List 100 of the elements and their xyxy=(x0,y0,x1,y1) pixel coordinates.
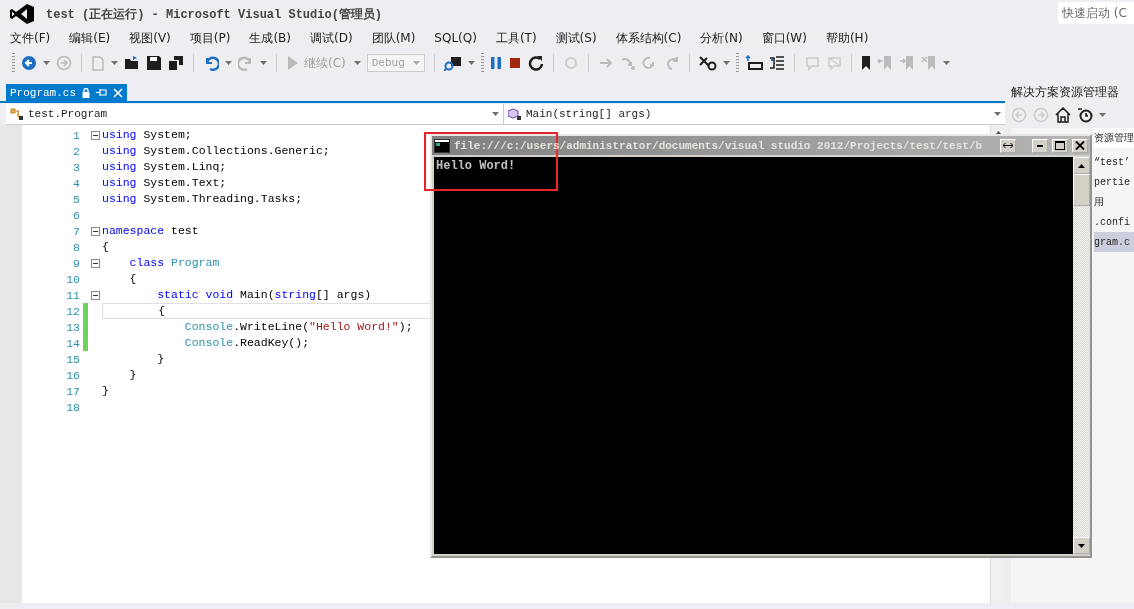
menu-item[interactable]: 文件(F) xyxy=(4,29,64,47)
line-number: 10 xyxy=(65,272,80,286)
tree-item[interactable]: .confi xyxy=(1094,212,1134,232)
caret-icon[interactable] xyxy=(353,61,361,65)
collapse-icon[interactable] xyxy=(90,258,100,268)
menu-item[interactable]: 团队(M) xyxy=(365,29,429,47)
caret-icon[interactable] xyxy=(722,61,730,65)
save-all-icon[interactable] xyxy=(168,55,184,71)
caret-icon[interactable] xyxy=(225,61,232,65)
menu-item[interactable]: 调试(D) xyxy=(304,29,366,47)
code-line: { xyxy=(157,304,166,318)
stack-icon[interactable] xyxy=(768,55,785,71)
restart-icon[interactable] xyxy=(527,55,544,71)
tree-item[interactable]: pertie xyxy=(1094,172,1134,192)
up-arrow-icon xyxy=(1078,163,1085,168)
code-line: using System.Linq; xyxy=(102,160,227,174)
minimize-icon xyxy=(1037,144,1043,147)
scroll-down-button[interactable] xyxy=(1073,537,1090,554)
close-icon xyxy=(1075,141,1085,150)
line-number: 15 xyxy=(65,352,80,366)
collapse-icon[interactable] xyxy=(90,130,100,140)
code-line: static void Main(string[] args) xyxy=(156,288,372,302)
collapse-icon[interactable] xyxy=(90,290,100,300)
class-icon xyxy=(10,107,24,121)
caret-icon[interactable] xyxy=(1099,113,1106,117)
caret-icon[interactable] xyxy=(942,61,950,65)
lock-icon xyxy=(82,87,90,98)
tree-item[interactable]: gram.c xyxy=(1094,232,1134,252)
undo-icon[interactable] xyxy=(203,55,219,71)
search-field[interactable]: 资源管理 xyxy=(1094,128,1134,148)
play-icon xyxy=(288,56,298,70)
pin-icon[interactable] xyxy=(96,88,107,97)
code-line: using System.Collections.Generic; xyxy=(102,144,330,158)
menu-item[interactable]: 分析(N) xyxy=(694,29,756,47)
code-line: class Program xyxy=(128,256,220,270)
menu-item[interactable]: 项目(P) xyxy=(183,29,244,47)
menu-item[interactable]: 帮助(H) xyxy=(819,29,882,47)
clock-icon[interactable] xyxy=(1077,107,1093,123)
line-number: 7 xyxy=(72,224,80,238)
window-title: test (正在运行) - Microsoft Visual Studio(管理员) xyxy=(46,6,383,23)
line-number: 3 xyxy=(72,160,80,174)
tree-item[interactable]: 用 xyxy=(1094,192,1134,212)
close-icon[interactable] xyxy=(113,87,123,98)
console-output: Hello Word! xyxy=(436,159,517,173)
type-dropdown[interactable]: test.Program xyxy=(6,104,504,124)
line-number: 9 xyxy=(72,256,80,270)
menu-item[interactable]: 窗口(W) xyxy=(755,29,820,47)
line-number: 1 xyxy=(72,128,80,142)
caret-icon[interactable] xyxy=(467,61,475,65)
menu-item[interactable]: 生成(B) xyxy=(243,29,304,47)
resize-button[interactable] xyxy=(1000,138,1016,153)
caret-icon[interactable] xyxy=(994,112,1001,116)
code-line: } xyxy=(128,368,137,382)
scroll-up-button[interactable] xyxy=(1073,157,1090,174)
caret-icon[interactable] xyxy=(111,61,118,65)
code-line: Console.WriteLine("Hello Word!"); xyxy=(183,320,413,334)
stop-icon[interactable] xyxy=(507,56,522,70)
line-number: 5 xyxy=(72,192,80,206)
line-number: 17 xyxy=(65,384,80,398)
bookmark-icon[interactable] xyxy=(860,55,871,71)
caret-icon[interactable] xyxy=(43,61,50,65)
line-number: 6 xyxy=(72,208,80,222)
back-icon[interactable] xyxy=(21,55,37,71)
line-number: 16 xyxy=(65,368,80,382)
code-line: } xyxy=(102,384,109,398)
pause-icon[interactable] xyxy=(489,56,502,70)
line-number: 14 xyxy=(65,336,80,350)
find-icon[interactable] xyxy=(443,55,462,71)
line-number: 4 xyxy=(72,176,80,190)
panel-title: 解决方案资源管理器 xyxy=(1011,83,1120,101)
quick-launch-field[interactable]: 快速启动 (C xyxy=(1058,2,1134,24)
caret-icon[interactable] xyxy=(260,61,267,65)
line-number: 12 xyxy=(65,304,80,318)
line-number: 2 xyxy=(72,144,80,158)
code-line: using System; xyxy=(102,128,192,142)
menu-item[interactable]: 编辑(E) xyxy=(63,29,124,47)
minimize-button[interactable] xyxy=(1032,138,1048,153)
open-folder-icon[interactable] xyxy=(124,55,140,71)
menu-item[interactable]: SQL(Q) xyxy=(428,31,490,45)
menu-item[interactable]: 体系结构(C) xyxy=(609,29,695,47)
scrollbar-thumb[interactable] xyxy=(1073,174,1090,206)
line-number: 11 xyxy=(65,288,80,302)
maximize-icon xyxy=(1055,141,1065,150)
maximize-button[interactable] xyxy=(1052,138,1068,153)
document-tab[interactable]: Program.cs xyxy=(6,84,127,101)
resize-icon xyxy=(1003,142,1013,149)
menu-item[interactable]: 工具(T) xyxy=(489,29,550,47)
menu-item[interactable]: 视图(V) xyxy=(123,29,184,47)
close-button[interactable] xyxy=(1072,138,1088,153)
save-icon[interactable] xyxy=(146,55,162,71)
caret-icon[interactable] xyxy=(492,112,499,116)
home-icon[interactable] xyxy=(1055,107,1071,123)
down-arrow-icon xyxy=(1078,543,1085,548)
member-dropdown[interactable]: Main(string[] args) xyxy=(504,104,1005,124)
code-line: Console.ReadKey(); xyxy=(183,336,310,350)
code-line: } xyxy=(156,352,165,366)
code-line: { xyxy=(128,272,137,286)
collapse-icon[interactable] xyxy=(90,226,100,236)
tree-item[interactable]: “test’ xyxy=(1094,152,1134,172)
menu-item[interactable]: 测试(S) xyxy=(549,29,610,47)
